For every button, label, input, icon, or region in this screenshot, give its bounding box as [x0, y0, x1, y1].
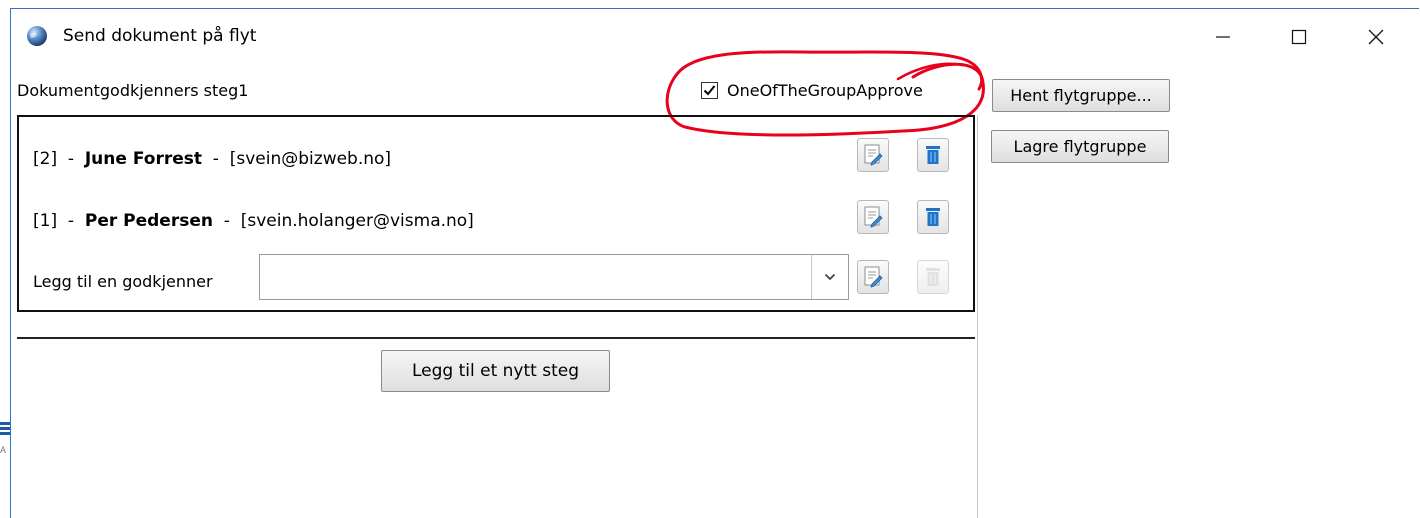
- approver-row: [2] - June Forrest - [svein@bizweb.no]: [33, 149, 391, 169]
- lagre-flytgruppe-button[interactable]: Lagre flytgruppe: [991, 130, 1169, 163]
- close-icon: [1368, 29, 1384, 45]
- window-title: Send dokument på flyt: [63, 26, 257, 46]
- maximize-icon: [1291, 29, 1307, 45]
- combobox-dropdown-button[interactable]: [811, 255, 848, 299]
- hent-flytgruppe-button[interactable]: Hent flytgruppe...: [992, 79, 1170, 112]
- approver-combobox[interactable]: [259, 254, 849, 300]
- approver-email: [svein@bizweb.no]: [229, 149, 392, 169]
- chevron-down-icon: [824, 273, 836, 281]
- trash-icon: [926, 268, 940, 286]
- approver-group-box: [2] - June Forrest - [svein@bizweb.no] […: [17, 115, 975, 312]
- add-approver-delete-button[interactable]: [917, 260, 949, 294]
- add-new-step-button[interactable]: Legg til et nytt steg: [381, 350, 610, 392]
- background-app-edge: A: [0, 0, 10, 517]
- approver-order: [1]: [33, 211, 58, 231]
- edit-approver-button[interactable]: [857, 200, 889, 234]
- edit-icon: [864, 206, 883, 228]
- background-app-icon: [0, 422, 10, 440]
- approver-name: Per Pedersen: [84, 211, 213, 231]
- close-button[interactable]: [1351, 17, 1401, 57]
- step-label: Dokumentgodkjenners steg1: [17, 81, 249, 100]
- maximize-button[interactable]: [1274, 17, 1324, 57]
- approver-separator: -: [223, 211, 230, 231]
- dialog-window: Send dokument på flyt Dokumentgodkjenner…: [10, 8, 1419, 518]
- delete-approver-button[interactable]: [917, 200, 949, 234]
- step-divider: [17, 337, 975, 339]
- trash-icon: [926, 208, 940, 226]
- trash-icon: [926, 146, 940, 164]
- add-approver-label: Legg til en godkjenner: [33, 272, 213, 291]
- minimize-icon: [1216, 36, 1230, 38]
- add-approver-edit-button[interactable]: [857, 260, 889, 294]
- edit-icon: [864, 266, 883, 288]
- minimize-button[interactable]: [1198, 17, 1248, 57]
- approver-separator: -: [67, 211, 75, 231]
- delete-approver-button[interactable]: [917, 138, 949, 172]
- background-app-text: A: [0, 445, 7, 455]
- panel-divider: [977, 115, 978, 518]
- approver-separator: -: [212, 149, 219, 169]
- approver-name: June Forrest: [84, 149, 202, 169]
- approver-separator: -: [67, 149, 75, 169]
- globe-icon: [27, 26, 47, 46]
- approver-email: [svein.holanger@visma.no]: [240, 211, 474, 231]
- approver-order: [2]: [33, 149, 58, 169]
- edit-approver-button[interactable]: [857, 138, 889, 172]
- approver-row: [1] - Per Pedersen - [svein.holanger@vis…: [33, 211, 474, 231]
- edit-icon: [864, 144, 883, 166]
